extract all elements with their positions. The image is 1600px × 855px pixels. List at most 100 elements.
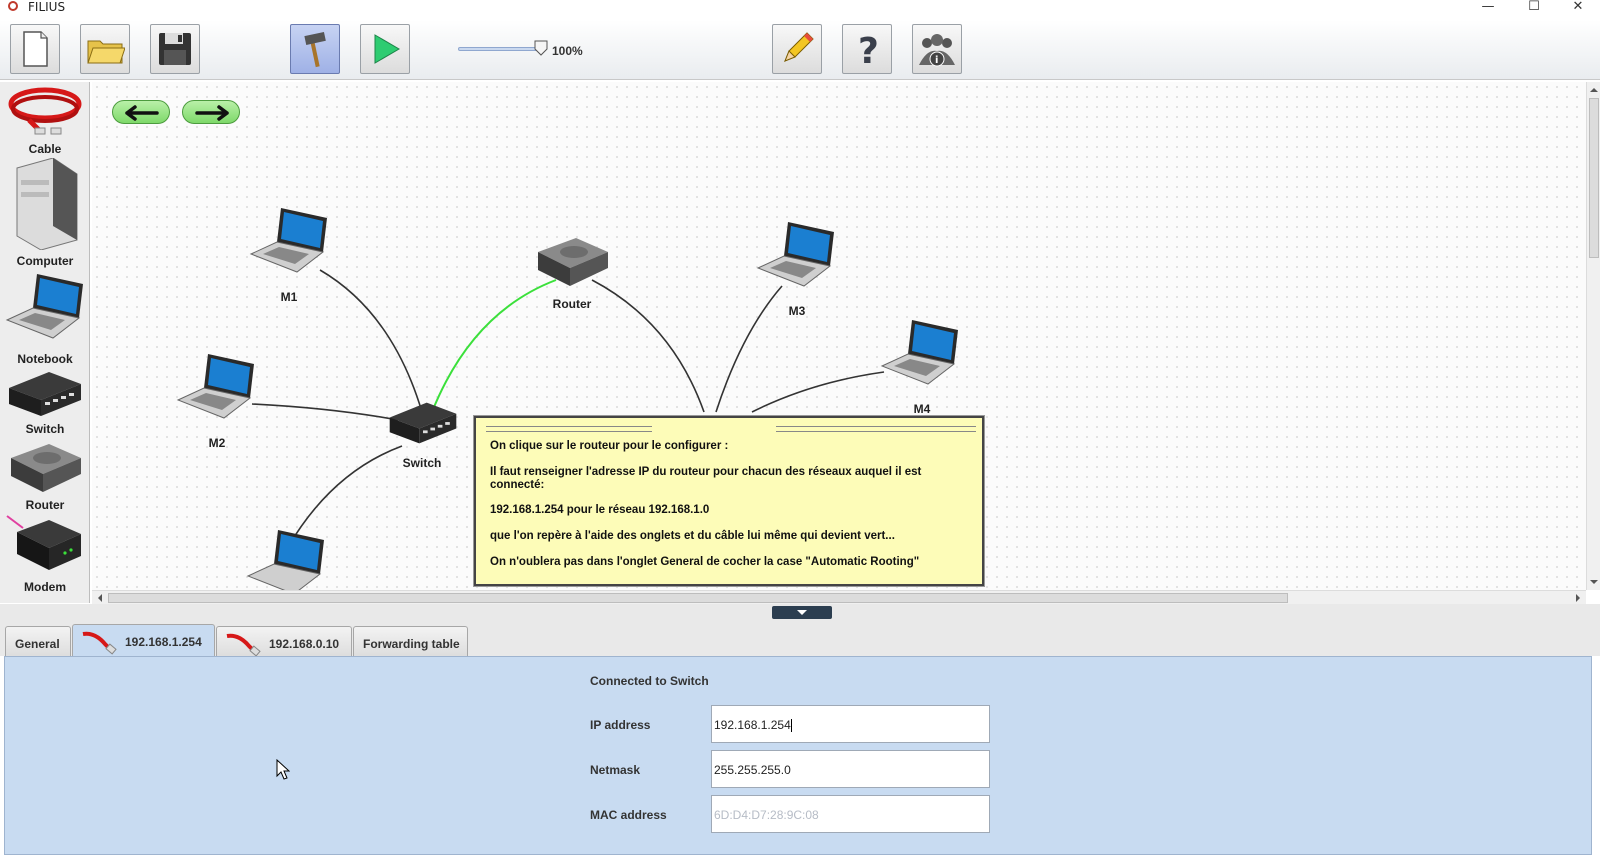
- text-caret: [790, 719, 792, 733]
- node-label-m1: M1: [280, 290, 298, 304]
- minimize-button[interactable]: —: [1466, 0, 1510, 20]
- ip-address-value: 192.168.1.254: [714, 718, 791, 732]
- horizontal-scroll-thumb[interactable]: [108, 593, 1288, 603]
- documentation-button[interactable]: [772, 24, 822, 74]
- palette-label: Switch: [25, 422, 65, 436]
- node-label-m3: M3: [788, 304, 806, 318]
- computer-icon: [16, 158, 78, 250]
- netmask-label: Netmask: [590, 763, 641, 777]
- window-title: FILIUS: [28, 0, 66, 14]
- cable-m1-switch[interactable]: [319, 269, 423, 413]
- node-m1[interactable]: [247, 204, 331, 284]
- note-box[interactable]: On clique sur le routeur pour le configu…: [474, 416, 984, 586]
- note-drag-handle[interactable]: [486, 426, 652, 432]
- tab-label: General: [15, 637, 60, 651]
- palette-item-cable[interactable]: Cable: [0, 82, 90, 158]
- mac-address-value: 6D:D4:D7:28:9C:08: [714, 808, 819, 822]
- pencil-icon: [784, 32, 814, 62]
- netmask-field[interactable]: 255.255.255.0: [711, 750, 990, 788]
- palette-label: Cable: [28, 142, 62, 156]
- about-button[interactable]: i: [912, 24, 962, 74]
- design-mode-button[interactable]: [290, 24, 340, 74]
- new-file-button[interactable]: [10, 24, 60, 74]
- notebook-icon: [246, 530, 324, 590]
- network-canvas[interactable]: M1 M2 M3 M4 Switch Router On clique sur …: [92, 82, 1586, 590]
- notebook-icon: [5, 274, 83, 339]
- tab-general[interactable]: General: [5, 626, 71, 658]
- node-label-switch: Switch: [402, 456, 442, 470]
- question-mark-icon: ?: [858, 31, 879, 69]
- node-m4[interactable]: [878, 316, 962, 396]
- scroll-left-icon[interactable]: [94, 591, 106, 605]
- new-file-icon: [23, 31, 48, 67]
- note-line: que l'on repère à l'aide des onglets et …: [490, 530, 895, 542]
- tab-interface-2[interactable]: 192.168.0.10: [216, 626, 352, 658]
- notebook-icon: [249, 208, 327, 273]
- zoom-slider[interactable]: [458, 47, 542, 51]
- mac-address-label: MAC address: [590, 808, 667, 822]
- ip-address-field[interactable]: 192.168.1.254: [711, 705, 990, 743]
- tab-label: 192.168.1.254: [125, 635, 202, 649]
- info-people-icon: i: [919, 34, 955, 67]
- palette-item-switch[interactable]: Switch: [0, 366, 90, 436]
- zoom-level: 100%: [552, 44, 583, 58]
- node-label-router: Router: [552, 297, 592, 311]
- node-switch[interactable]: [386, 396, 460, 452]
- scroll-up-icon[interactable]: [1587, 84, 1600, 96]
- cable-icon: [226, 633, 261, 657]
- svg-text:?: ?: [858, 31, 879, 69]
- cable-icon: [82, 631, 117, 655]
- netmask-value: 255.255.255.0: [714, 763, 791, 777]
- maximize-button[interactable]: ☐: [1512, 0, 1556, 20]
- modem-icon: [6, 515, 81, 570]
- tab-forwarding-table[interactable]: Forwarding table: [353, 626, 468, 658]
- scroll-down-icon[interactable]: [1587, 576, 1600, 588]
- cable-icon: [8, 87, 82, 135]
- ip-address-label: IP address: [590, 718, 651, 732]
- palette-item-computer[interactable]: Computer: [0, 158, 90, 268]
- horizontal-scrollbar[interactable]: [92, 590, 1586, 604]
- tab-interface-1[interactable]: 192.168.1.254: [72, 624, 215, 658]
- node-label-m4: M4: [913, 402, 931, 416]
- vertical-scroll-thumb[interactable]: [1589, 98, 1599, 258]
- node-router[interactable]: [532, 232, 612, 294]
- close-button[interactable]: ✕: [1556, 0, 1600, 20]
- palette-label: Modem: [24, 580, 66, 594]
- note-line: Il faut renseigner l'adresse IP du route…: [490, 466, 922, 478]
- palette-item-modem[interactable]: Modem: [0, 514, 90, 594]
- chevron-down-icon: [797, 610, 807, 615]
- palette-item-notebook[interactable]: Notebook: [0, 268, 90, 366]
- connected-to-label: Connected to Switch: [590, 674, 709, 688]
- open-folder-button[interactable]: [80, 24, 130, 74]
- note-line: On clique sur le routeur pour le configu…: [490, 440, 729, 452]
- node-label-m2: M2: [208, 436, 226, 450]
- router-icon: [538, 238, 608, 286]
- palette-item-router[interactable]: Router: [0, 436, 90, 514]
- title-bar: FILIUS — ☐ ✕: [0, 0, 1600, 20]
- palette-label: Router: [25, 498, 65, 512]
- maximize-icon: ☐: [1528, 0, 1540, 14]
- minimize-icon: —: [1481, 0, 1495, 14]
- switch-icon: [389, 402, 457, 444]
- floppy-disk-icon: [159, 33, 191, 65]
- note-drag-handle[interactable]: [776, 426, 976, 432]
- note-line: 192.168.1.254 pour le réseau 192.168.1.0: [490, 504, 710, 516]
- cable-m2-switch[interactable]: [251, 403, 399, 421]
- config-tabs: General 192.168.1.254 192.168.0.10 Forwa…: [0, 622, 1600, 658]
- note-line: On n'oublera pas dans l'onglet General d…: [490, 556, 920, 568]
- node-m3[interactable]: [754, 218, 838, 298]
- palette-label: Computer: [16, 254, 74, 268]
- help-button[interactable]: ?: [842, 24, 892, 74]
- node-m2[interactable]: [174, 350, 258, 430]
- node-m5[interactable]: [244, 526, 328, 590]
- simulation-mode-button[interactable]: [360, 24, 410, 74]
- switch-icon: [9, 372, 81, 416]
- main-toolbar: 100% ? i: [0, 20, 1600, 80]
- vertical-scrollbar[interactable]: [1586, 82, 1600, 590]
- zoom-slider-thumb[interactable]: [534, 40, 548, 56]
- scroll-right-icon[interactable]: [1572, 591, 1584, 605]
- cable-m4-hidden[interactable]: [751, 371, 885, 413]
- collapse-panel-button[interactable]: [772, 606, 832, 619]
- save-button[interactable]: [150, 24, 200, 74]
- filius-logo-icon: [8, 1, 18, 11]
